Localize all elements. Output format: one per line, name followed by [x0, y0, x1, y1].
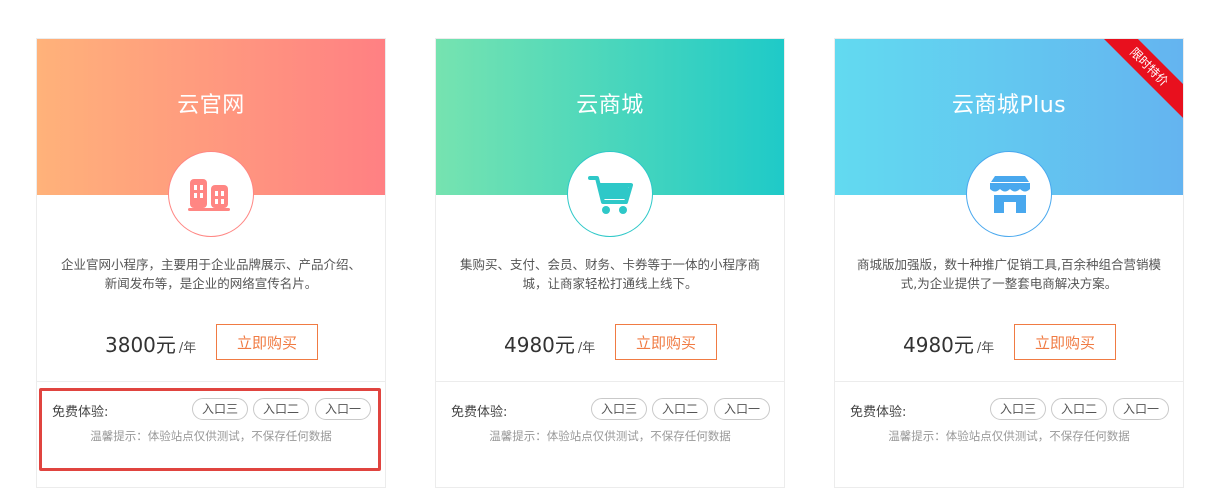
free-trial-label: 免费体验: — [52, 405, 109, 420]
buy-now-button[interactable]: 立即购买 — [1014, 324, 1116, 360]
entry-1-button[interactable]: 入口一 — [315, 398, 371, 420]
trial-tip: 温馨提示：体验站点仅供测试，不保存任何数据 — [888, 429, 1130, 443]
divider — [37, 381, 385, 382]
entry-2-button[interactable]: 入口二 — [253, 398, 309, 420]
price-value: 3800元 — [105, 333, 176, 357]
storefront-icon — [966, 151, 1052, 237]
free-trial-label: 免费体验: — [850, 405, 907, 420]
shopping-cart-icon — [567, 151, 653, 237]
entry-3-button[interactable]: 入口三 — [192, 398, 248, 420]
sale-ribbon: 限时特价 — [1101, 39, 1183, 121]
entry-1-button[interactable]: 入口一 — [714, 398, 770, 420]
product-description: 商城版加强版，数十种推广促销工具,百余种组合营销模式,为企业提供了一整套电商解决… — [857, 257, 1161, 291]
trial-tip: 温馨提示：体验站点仅供测试，不保存任何数据 — [489, 429, 731, 443]
free-trial-label: 免费体验: — [451, 405, 508, 420]
product-card-yun-shangcheng: 云商城 集购买、支付、会员、财务、卡券等于一体的小程序商城，让商家轻松打通线上线… — [435, 38, 785, 488]
entry-2-button[interactable]: 入口二 — [652, 398, 708, 420]
entry-2-button[interactable]: 入口二 — [1051, 398, 1107, 420]
price-unit: /年 — [976, 341, 995, 356]
sale-ribbon-label: 限时特价 — [1101, 39, 1183, 118]
buy-now-button[interactable]: 立即购买 — [216, 324, 318, 360]
buy-now-button[interactable]: 立即购买 — [615, 324, 717, 360]
card-title: 云官网 — [177, 93, 245, 118]
price: 4980元/年 — [903, 329, 994, 358]
card-title: 云商城 — [576, 93, 644, 118]
entry-3-button[interactable]: 入口三 — [591, 398, 647, 420]
product-description: 企业官网小程序，主要用于企业品牌展示、产品介绍、新闻发布等，是企业的网络宣传名片… — [60, 257, 361, 291]
price: 3800元/年 — [105, 329, 196, 358]
product-card-yun-guanwang: 云官网 企业官网小程序，主要用于企业品牌展示、产品介绍、新闻发布等，是企业的网络… — [36, 38, 386, 488]
price-unit: /年 — [178, 341, 197, 356]
divider — [835, 381, 1183, 382]
entry-1-button[interactable]: 入口一 — [1113, 398, 1169, 420]
building-icon — [168, 151, 254, 237]
product-card-yun-shangcheng-plus: 云商城Plus 限时特价 商城版加强版，数十种推广促销工具,百余种组合营销模式,… — [834, 38, 1184, 488]
price: 4980元/年 — [504, 329, 595, 358]
price-value: 4980元 — [504, 333, 575, 357]
trial-tip: 温馨提示：体验站点仅供测试，不保存任何数据 — [90, 429, 332, 443]
product-description: 集购买、支付、会员、财务、卡券等于一体的小程序商城，让商家轻松打通线上线下。 — [459, 257, 760, 291]
entry-3-button[interactable]: 入口三 — [990, 398, 1046, 420]
divider — [436, 381, 784, 382]
price-value: 4980元 — [903, 333, 974, 357]
price-unit: /年 — [577, 341, 596, 356]
